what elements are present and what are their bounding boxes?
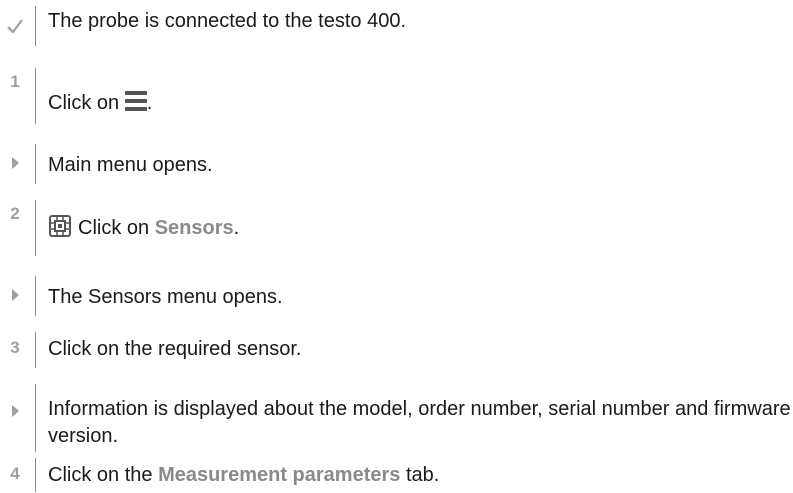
step-divider [35,276,36,316]
result-step: Information is displayed about the model… [0,384,793,452]
instruction-step-4: 4 Click on the Measurement parameters ta… [0,458,793,492]
hamburger-menu-icon [124,91,147,119]
step-text: Click on Sensors. [48,214,239,246]
step-divider [35,6,36,46]
step-number: 1 [10,72,20,91]
measurement-parameters-tab-label: Measurement parameters [158,464,401,486]
step-text-prefix: Click on [78,217,155,239]
step-divider [35,200,36,256]
step-divider [35,68,36,124]
result-step: Main menu opens. [0,144,793,184]
step-text: Click on the required sensor. [48,338,302,360]
step-text: Main menu opens. [48,154,213,176]
result-arrow-icon [0,156,30,170]
step-text: Information is displayed about the model… [48,398,791,447]
instruction-step-1: 1 Click on . [0,68,793,124]
sensor-chip-icon [48,214,72,246]
step-text: The probe is connected to the testo 400. [48,10,407,32]
step-number: 4 [10,464,20,483]
step-divider [35,458,36,492]
instruction-step-3: 3 Click on the required sensor. [0,332,793,368]
step-divider [35,384,36,452]
step-number: 2 [10,204,20,223]
step-number: 3 [10,338,20,357]
check-icon [0,16,30,36]
result-arrow-icon [0,404,30,418]
step-text: The Sensors menu opens. [48,286,283,308]
step-text-suffix: . [233,217,240,239]
step-text-prefix: Click on the [48,464,159,486]
step-text: Click on the Measurement parameters tab. [48,462,439,489]
result-step: The Sensors menu opens. [0,276,793,316]
result-arrow-icon [0,288,30,302]
step-text: Click on . [48,90,152,119]
step-text-suffix: tab. [400,464,440,486]
prerequisite-step: The probe is connected to the testo 400. [0,6,793,46]
step-text-suffix: . [146,92,153,114]
step-divider [35,332,36,368]
sensors-menu-label: Sensors [154,217,234,239]
step-text-prefix: Click on [48,92,125,114]
step-divider [35,144,36,184]
instruction-step-2: 2 Click on Sensors. [0,200,793,256]
